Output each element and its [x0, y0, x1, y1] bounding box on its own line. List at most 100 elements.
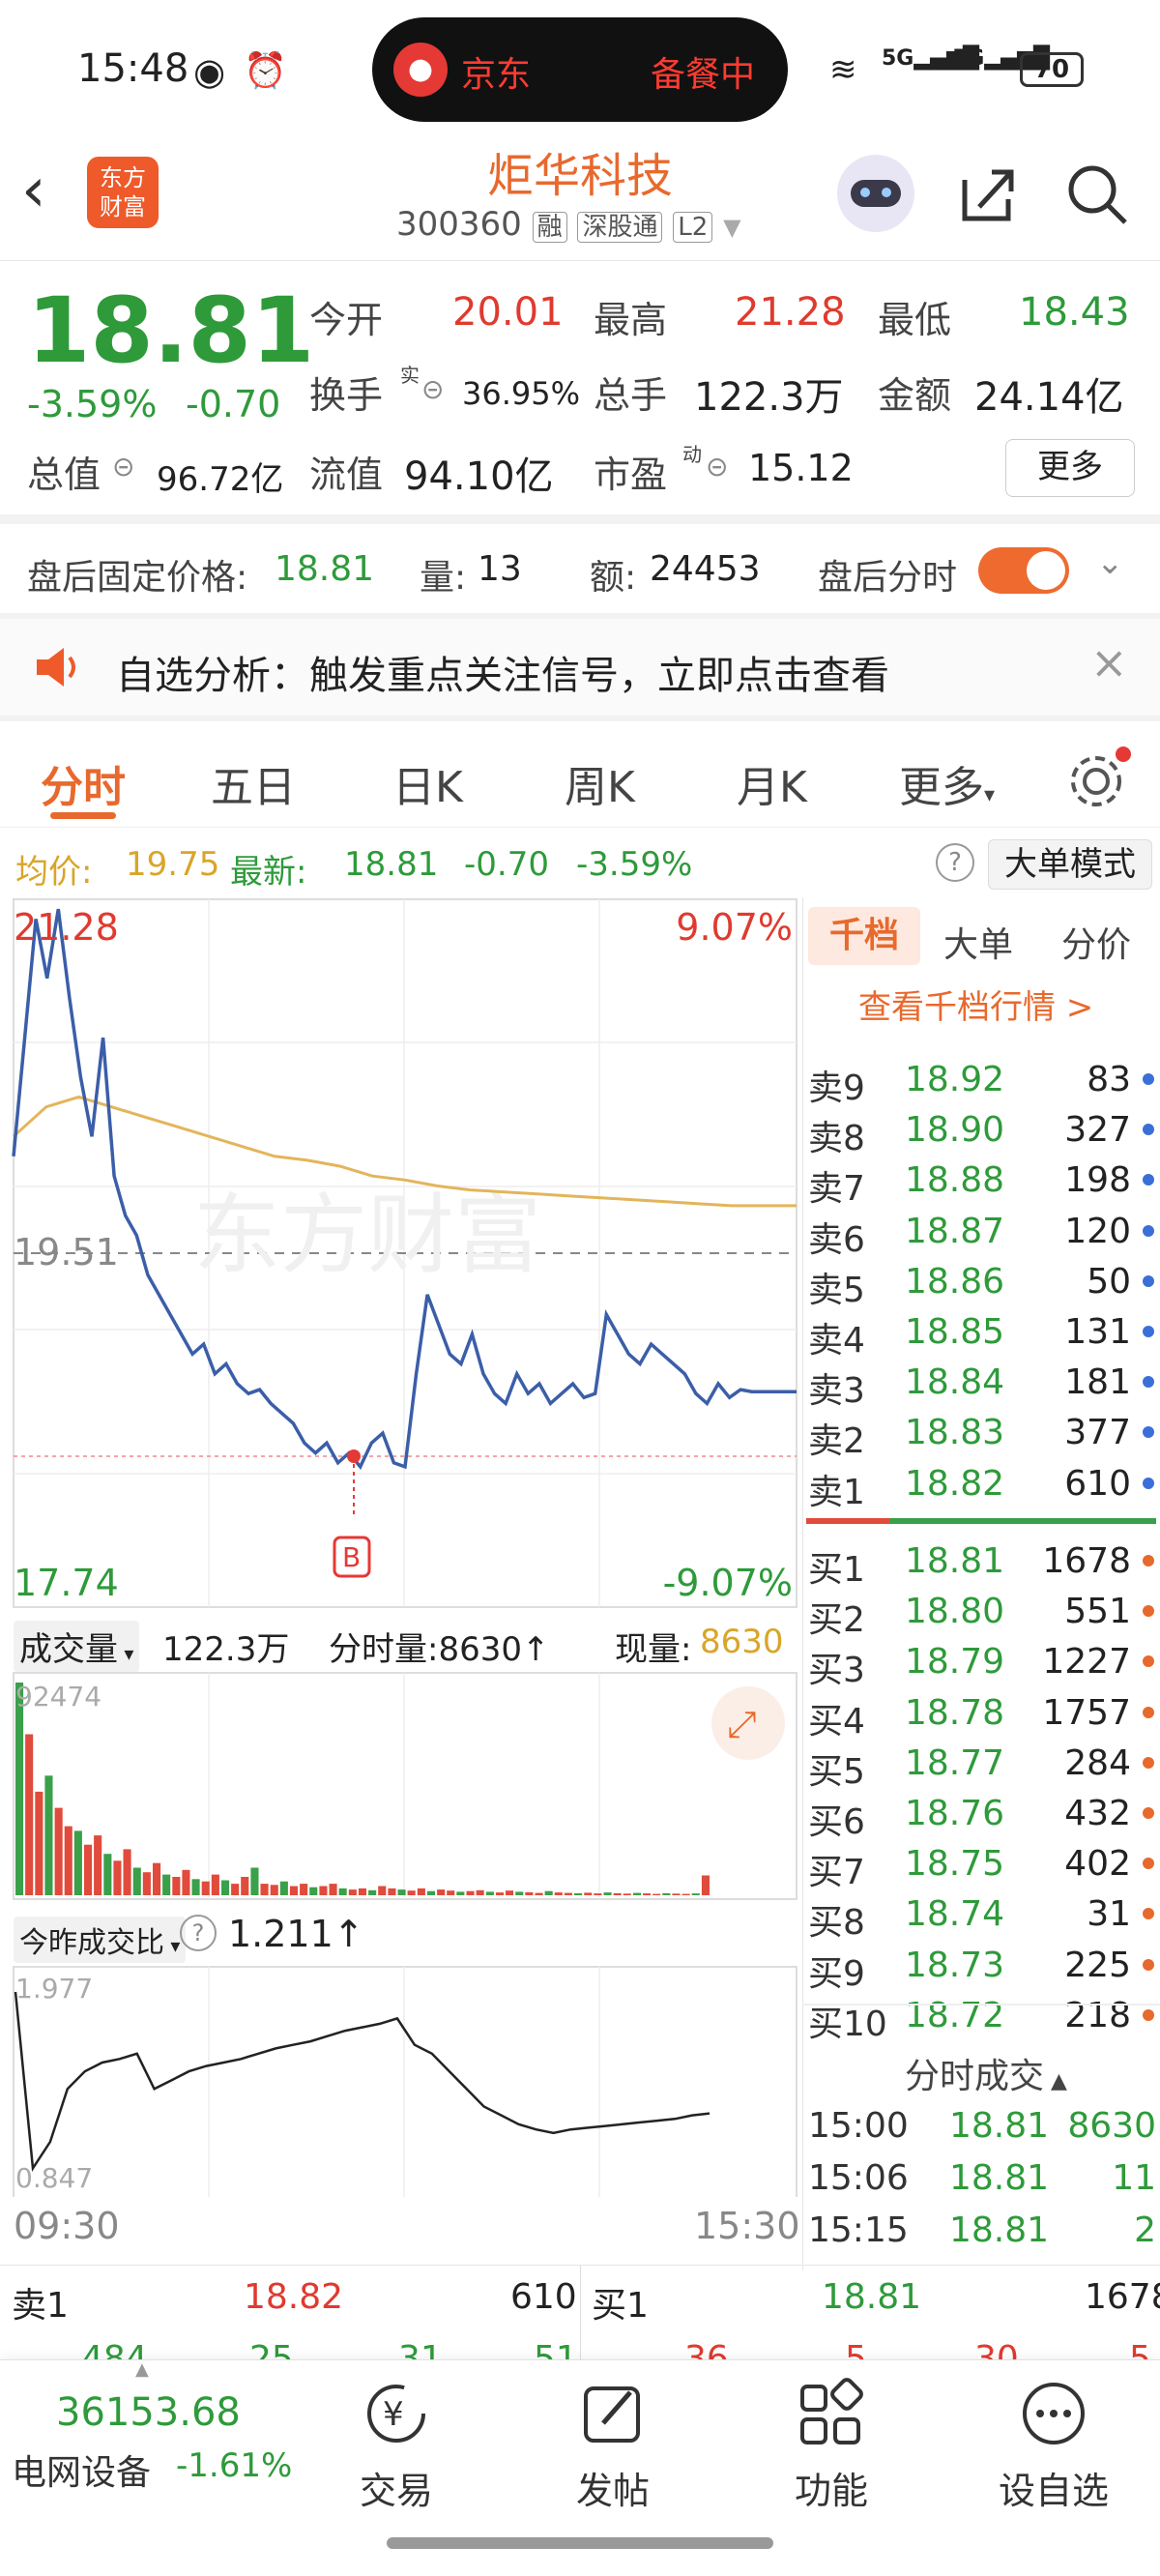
strip-right-4: 5 — [1129, 2339, 1151, 2359]
after-hours-toggle-label: 盘后分时 — [818, 558, 958, 598]
ratio-indicator-select[interactable]: 今昨成交比 ▾ — [14, 1917, 187, 1963]
share-icon[interactable] — [955, 161, 1023, 228]
big-order-mode-button[interactable]: 大单模式 — [988, 839, 1152, 890]
settings-icon[interactable] — [1063, 746, 1131, 814]
help-icon[interactable]: ? — [936, 843, 974, 882]
volume-bar — [652, 1893, 661, 1895]
pe-value: 15.12 — [748, 447, 854, 489]
open-label: 今开 — [309, 299, 384, 341]
signal-notice[interactable]: 自选分析：触发重点关注信号，立即点击查看 × — [0, 619, 1160, 716]
orderbook-tab-big[interactable]: 大单 — [943, 917, 1013, 967]
sell-row[interactable]: 卖1 18.82 610 — [802, 1460, 1160, 1512]
tab-intraday[interactable]: 分时 — [41, 752, 126, 814]
sell-row[interactable]: 卖5 18.86 50 — [802, 1258, 1160, 1310]
chevron-down-icon[interactable]: ⌄ — [1096, 543, 1124, 582]
intraday-chart[interactable]: 东方财富 B 21.28 19.51 17.74 9.07% -9.07% — [0, 897, 802, 1613]
ratio-chart[interactable]: 1.977 0.847 — [0, 1965, 802, 2197]
sell-row[interactable]: 卖9 18.92 83 — [802, 1056, 1160, 1108]
orderbook-depth-link[interactable]: 查看千档行情 > — [858, 981, 1093, 1028]
sector-index-pct: -1.61% — [176, 2446, 293, 2485]
ticks-title[interactable]: 分时成交 ▲ — [905, 2048, 1067, 2098]
sell-volume: 198 — [1064, 1160, 1131, 1201]
volume-bar — [172, 1877, 181, 1895]
ratio-min-label: 0.847 — [15, 2162, 93, 2194]
strip-right-1: 36 — [684, 2339, 729, 2359]
y-mid-label: 19.51 — [14, 1231, 119, 1273]
info-icon[interactable]: ⊝ — [706, 451, 728, 483]
buy-row[interactable]: 买10 18.72 218 — [802, 1992, 1160, 2044]
tick-time: 15:15 — [808, 2210, 909, 2250]
sell-price: 18.85 — [905, 1312, 1005, 1352]
volume-bar — [368, 1889, 377, 1895]
chevron-down-icon[interactable]: ▼ — [723, 214, 740, 241]
eastmoney-logo-icon[interactable]: 东方 财富 — [87, 157, 159, 228]
volume-indicator-select[interactable]: 成交量 ▾ — [14, 1621, 140, 1672]
tab-daily-k[interactable]: 日K — [392, 752, 463, 814]
sell-price: 18.84 — [905, 1362, 1005, 1403]
buy-marker-label: B — [342, 1541, 361, 1573]
turnover-sup: 实 — [400, 364, 420, 387]
help-icon[interactable]: ? — [180, 1915, 217, 1951]
volume-bar — [348, 1889, 357, 1895]
buy-dot — [1143, 1605, 1154, 1618]
after-hours-toggle[interactable] — [978, 547, 1069, 594]
sell-row[interactable]: 卖3 18.84 181 — [802, 1359, 1160, 1411]
sell-volume: 181 — [1064, 1362, 1131, 1403]
strip-sell-price: 18.82 — [244, 2277, 344, 2317]
buy-row[interactable]: 买2 18.80 551 — [802, 1588, 1160, 1640]
sell-row[interactable]: 卖7 18.88 198 — [802, 1156, 1160, 1209]
buy-row[interactable]: 买1 18.81 1678 — [802, 1537, 1160, 1590]
search-icon[interactable] — [1063, 161, 1131, 228]
more-button[interactable]: 更多 — [1005, 439, 1135, 497]
info-icon[interactable]: ⊝ — [112, 451, 134, 483]
turnover-label: 换手 — [309, 374, 384, 417]
volume-bar — [447, 1890, 455, 1895]
nav-post[interactable]: 发帖 — [555, 2359, 671, 2524]
status-time: 15:48 — [77, 46, 189, 91]
ai-assistant-icon[interactable] — [837, 155, 914, 232]
info-icon[interactable]: ⊝ — [421, 373, 444, 405]
nav-trade[interactable]: ¥ 交易 — [338, 2359, 454, 2524]
nav-add-watchlist[interactable]: 设自选 — [986, 2359, 1121, 2524]
buy-row[interactable]: 买5 18.77 284 — [802, 1740, 1160, 1792]
buy-row[interactable]: 买9 18.73 225 — [802, 1942, 1160, 1994]
tab-weekly-k[interactable]: 周K — [565, 752, 635, 814]
buy-row[interactable]: 买4 18.78 1757 — [802, 1689, 1160, 1742]
volume-bar — [201, 1881, 210, 1895]
y-bottom-label: 17.74 — [14, 1562, 119, 1604]
volume-chart[interactable]: 92474 ⤢ — [0, 1671, 802, 1903]
volume-bar — [64, 1826, 72, 1895]
volume-bar — [672, 1893, 681, 1895]
close-icon[interactable]: × — [1090, 636, 1128, 688]
sell-row[interactable]: 卖4 18.85 131 — [802, 1308, 1160, 1361]
back-button[interactable]: ‹ — [21, 155, 46, 226]
buy-row[interactable]: 买8 18.74 31 — [802, 1890, 1160, 1943]
tab-five-day[interactable]: 五日 — [211, 752, 296, 814]
sell-row[interactable]: 卖8 18.90 327 — [802, 1106, 1160, 1158]
buy-row[interactable]: 买6 18.76 432 — [802, 1790, 1160, 1842]
orderbook-tab-depth[interactable]: 千档 — [808, 907, 920, 965]
sell-price: 18.92 — [905, 1060, 1005, 1099]
sell-level: 卖5 — [808, 1270, 865, 1310]
orderbook-tab-price[interactable]: 分价 — [1061, 917, 1131, 967]
dynamic-island[interactable]: ● 京东 备餐中 — [372, 17, 788, 122]
volume-bar — [329, 1884, 337, 1895]
volume-bar — [662, 1892, 671, 1895]
buy-row[interactable]: 买3 18.79 1227 — [802, 1638, 1160, 1690]
sector-index[interactable]: ▲ 36153.68 电网设备 -1.61% — [0, 2359, 319, 2504]
sell-row[interactable]: 卖2 18.83 377 — [802, 1409, 1160, 1461]
tab-more[interactable]: 更多▾ — [899, 752, 995, 814]
tab-monthly-k[interactable]: 月K — [737, 752, 807, 814]
sell-dot — [1143, 1174, 1154, 1186]
buy-row[interactable]: 买7 18.75 402 — [802, 1840, 1160, 1892]
notice-text: 自选分析：触发重点关注信号，立即点击查看 — [116, 654, 889, 698]
tick-volume: 2 — [1134, 2210, 1156, 2250]
strip-right-3: 30 — [974, 2339, 1019, 2359]
pct-bottom-label: -9.07% — [663, 1562, 793, 1604]
sell-row[interactable]: 卖6 18.87 120 — [802, 1208, 1160, 1260]
buy-dot — [1143, 1858, 1154, 1870]
nav-functions[interactable]: 功能 — [773, 2359, 889, 2524]
pe-sup: 动 — [682, 443, 702, 466]
divider — [0, 514, 1160, 524]
sell-volume: 377 — [1064, 1413, 1131, 1453]
